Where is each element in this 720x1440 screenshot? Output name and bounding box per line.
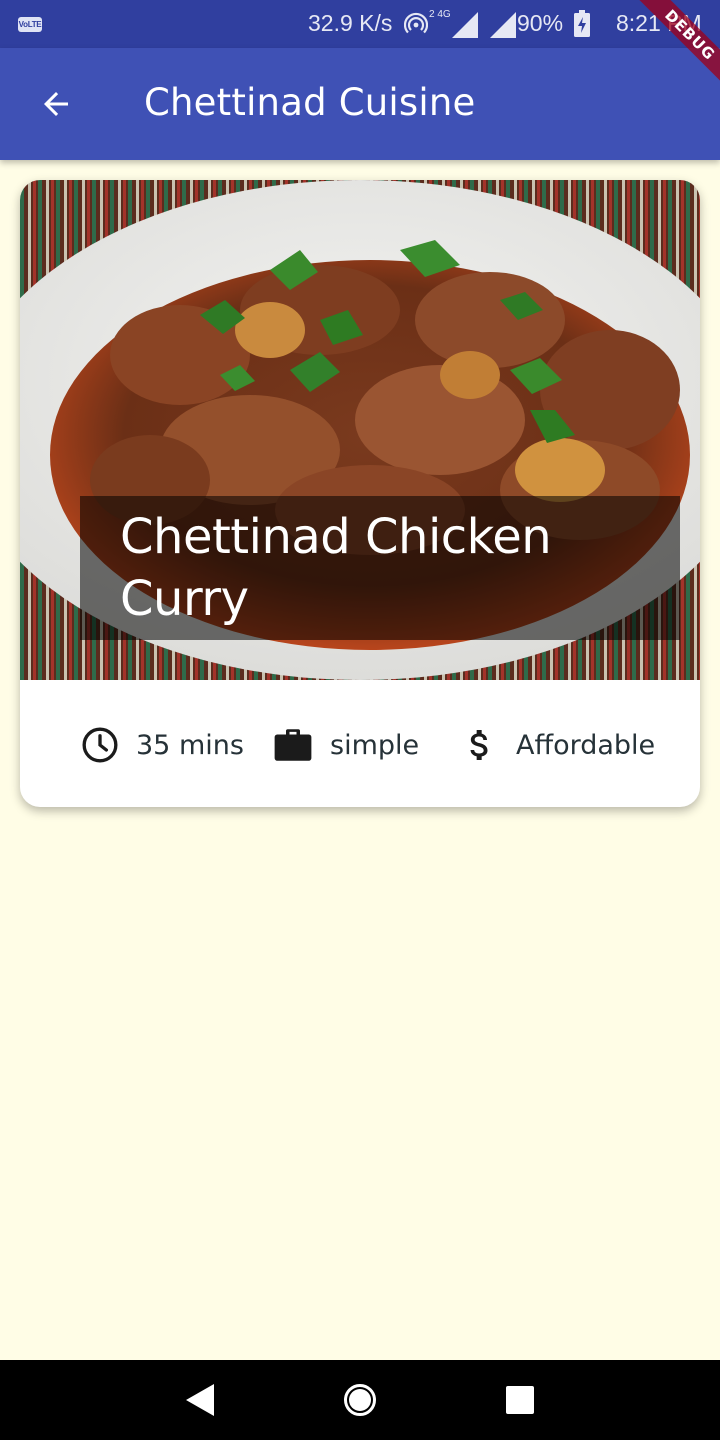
page-title: Chettinad Cuisine [144, 81, 476, 124]
meal-image: Chettinad Chicken Curry [20, 180, 700, 680]
schedule-icon [80, 725, 120, 765]
hotspot-icon [404, 12, 428, 34]
network-speed: 32.9 K/s [308, 10, 393, 36]
nav-home-button[interactable] [336, 1376, 384, 1424]
status-bar: VoLTE 32.9 K/s 2 4G 90% 8:21 PM [0, 0, 720, 48]
meal-info-row: 35 mins simple Affordable [20, 680, 700, 807]
arrow-back-icon [44, 92, 68, 116]
work-icon [272, 725, 314, 765]
signal-icon [490, 12, 516, 38]
complexity-text: simple [330, 729, 420, 761]
home-circle-icon [344, 1384, 376, 1416]
battery-percentage: 90% [517, 10, 564, 36]
back-button[interactable] [24, 72, 88, 136]
navigation-bar [0, 1360, 720, 1440]
duration-text: 35 mins [136, 729, 244, 761]
nav-recents-button[interactable] [496, 1376, 544, 1424]
signal-icon [452, 12, 478, 38]
battery-charging-icon [574, 10, 590, 37]
network-type: 2 4G [429, 9, 451, 20]
duration-info: 35 mins [80, 723, 244, 767]
meal-title-overlay: Chettinad Chicken Curry [80, 496, 680, 640]
affordability-text: Affordable [516, 729, 656, 761]
app-bar: Chettinad Cuisine [0, 48, 720, 160]
meal-title: Chettinad Chicken Curry [120, 509, 552, 627]
back-triangle-icon [186, 1384, 214, 1416]
recents-square-icon [506, 1386, 534, 1414]
complexity-info: simple [272, 723, 419, 767]
affordability-info: Affordable [460, 723, 655, 767]
meal-card[interactable]: Chettinad Chicken Curry 35 mins simple A… [20, 180, 700, 807]
volte-icon: VoLTE [18, 17, 42, 32]
attach-money-icon [460, 725, 500, 765]
nav-back-button[interactable] [176, 1376, 224, 1424]
